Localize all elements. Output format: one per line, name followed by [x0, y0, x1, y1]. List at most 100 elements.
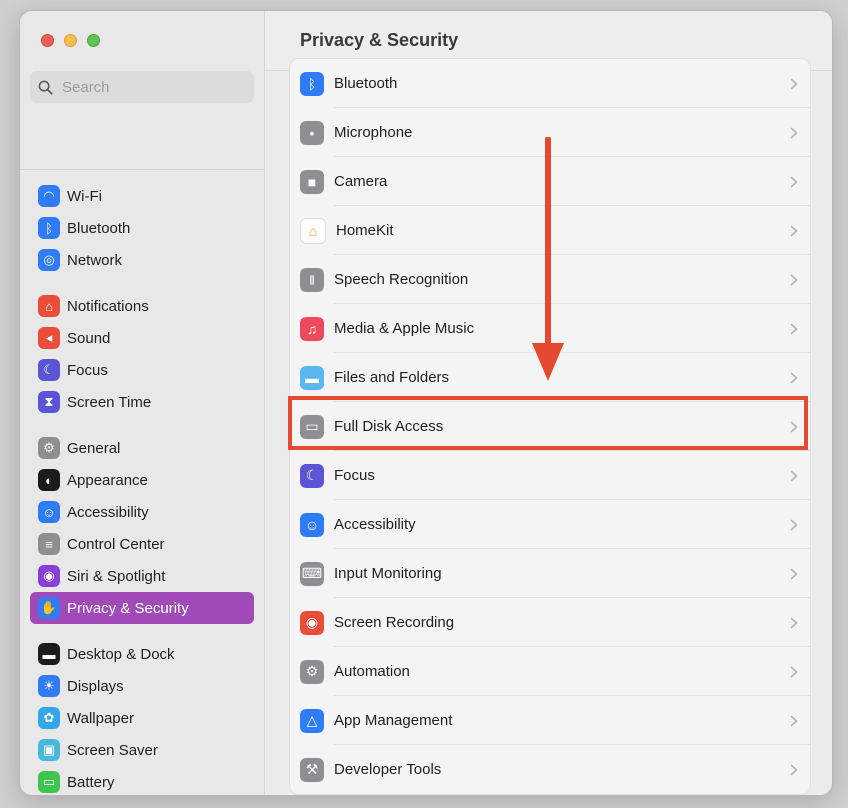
hand-icon: ✋: [38, 597, 60, 619]
privacy-row-automation[interactable]: ⚙ Automation: [290, 647, 810, 696]
privacy-row-full-disk-access[interactable]: ▭ Full Disk Access: [290, 402, 810, 451]
chevron-right-icon: [790, 176, 798, 187]
folder-icon: ▬: [300, 365, 324, 390]
flower-icon: ✿: [38, 707, 60, 729]
sidebar-item-label: Appearance: [67, 471, 148, 489]
sidebar-item-sound[interactable]: ◂ Sound: [30, 322, 254, 354]
accessibility-icon: ☺: [38, 501, 60, 523]
settings-window: ◠ Wi-Fi ᛒ Bluetooth ◎ Network ⌂ Notifications ◂ S…: [20, 11, 832, 795]
privacy-row-label: App Management: [334, 712, 453, 729]
privacy-row-label: Automation: [334, 663, 410, 680]
disk-icon: ▭: [300, 414, 324, 439]
dock-icon: ▬: [38, 643, 60, 665]
chevron-right-icon: [790, 225, 798, 236]
privacy-row-developer-tools[interactable]: ⚒ Developer Tools: [290, 745, 810, 794]
sidebar-item-label: Desktop & Dock: [67, 645, 175, 663]
privacy-row-app-management[interactable]: △ App Management: [290, 696, 810, 745]
search-icon: [38, 80, 53, 94]
sidebar-item-focus[interactable]: ☾ Focus: [30, 354, 254, 386]
sidebar-item-notifications[interactable]: ⌂ Notifications: [30, 290, 254, 322]
privacy-row-accessibility[interactable]: ☺ Accessibility: [290, 500, 810, 549]
chevron-right-icon: [790, 127, 798, 138]
sidebar-item-label: Displays: [67, 677, 124, 695]
bluetooth-icon: ᛒ: [300, 71, 324, 96]
sidebar-item-privacy-security[interactable]: ✋ Privacy & Security: [30, 592, 254, 624]
screensaver-icon: ▣: [38, 739, 60, 761]
gears-icon: ⚙: [300, 659, 324, 684]
chevron-right-icon: [790, 666, 798, 677]
chevron-right-icon: [790, 78, 798, 89]
sidebar-item-label: Screen Saver: [67, 741, 158, 759]
battery-icon: ▭: [38, 771, 60, 793]
page-title: Privacy & Security: [300, 30, 459, 50]
zoom-button[interactable]: [87, 34, 100, 47]
chevron-right-icon: [790, 617, 798, 628]
privacy-row-label: Developer Tools: [334, 761, 442, 778]
sidebar-item-wallpaper[interactable]: ✿ Wallpaper: [30, 702, 254, 734]
waveform-icon: ‖: [300, 267, 324, 292]
sidebar-group: ◠ Wi-Fi ᛒ Bluetooth ◎ Network: [30, 180, 254, 276]
hourglass-icon: ⧗: [38, 391, 60, 413]
sidebar-item-label: Wi-Fi: [67, 187, 102, 205]
music-note-icon: ♫: [300, 316, 324, 341]
sidebar-item-appearance[interactable]: ◐ Appearance: [30, 464, 254, 496]
sidebar-group: ⌂ Notifications ◂ Sound ☾ Focus ⧗ Screen Time: [30, 290, 254, 418]
sidebar-item-label: General: [67, 439, 121, 457]
privacy-row-focus[interactable]: ☾ Focus: [290, 451, 810, 500]
sidebar-group: ⚙ General ◐ Appearance ☺ Accessibility ≡ Contro…: [30, 432, 254, 624]
sidebar-item-label: Bluetooth: [67, 219, 131, 237]
sidebar-divider: [20, 169, 264, 170]
privacy-row-bluetooth[interactable]: ᛒ Bluetooth: [290, 59, 810, 108]
sidebar-item-battery[interactable]: ▭ Battery: [30, 766, 254, 795]
sidebar-item-label: Privacy & Security: [67, 599, 189, 617]
sidebar-item-control-center[interactable]: ≡ Control Center: [30, 528, 254, 560]
search-field[interactable]: [30, 71, 254, 103]
chevron-right-icon: [790, 470, 798, 481]
sidebar-item-label: Focus: [67, 361, 108, 379]
sidebar-item-desktop-dock[interactable]: ▬ Desktop & Dock: [30, 638, 254, 670]
sidebar-item-label: Control Center: [67, 535, 165, 553]
camera-icon: ■: [300, 169, 324, 194]
chevron-right-icon: [790, 421, 798, 432]
sidebar-item-label: Notifications: [67, 297, 149, 315]
sidebar-item-siri-spotlight[interactable]: ◉ Siri & Spotlight: [30, 560, 254, 592]
main-pane: Privacy & Security ᛒ Bluetooth • Microphone…: [265, 11, 832, 795]
appearance-icon: ◐: [38, 469, 60, 491]
gear-icon: ⚙: [38, 437, 60, 459]
minimize-button[interactable]: [64, 34, 77, 47]
moon-icon: ☾: [300, 463, 324, 488]
sidebar-item-wi-fi[interactable]: ◠ Wi-Fi: [30, 180, 254, 212]
wifi-icon: ◠: [38, 185, 60, 207]
sidebar-item-label: Siri & Spotlight: [67, 567, 166, 585]
chevron-right-icon: [790, 519, 798, 530]
search-input[interactable]: [60, 77, 244, 97]
close-button[interactable]: [41, 34, 54, 47]
accessibility-icon: ☺: [300, 512, 324, 537]
privacy-row-screen-recording[interactable]: ◉ Screen Recording: [290, 598, 810, 647]
sidebar-item-accessibility[interactable]: ☺ Accessibility: [30, 496, 254, 528]
sidebar-list: ◠ Wi-Fi ᛒ Bluetooth ◎ Network ⌂ Notifications ◂ S…: [30, 180, 254, 795]
moon-icon: ☾: [38, 359, 60, 381]
chevron-right-icon: [790, 568, 798, 579]
privacy-row-label: Accessibility: [334, 516, 416, 533]
globe-icon: ◎: [38, 249, 60, 271]
sidebar-item-general[interactable]: ⚙ General: [30, 432, 254, 464]
sidebar-item-screen-time[interactable]: ⧗ Screen Time: [30, 386, 254, 418]
privacy-row-label: Input Monitoring: [334, 565, 442, 582]
siri-icon: ◉: [38, 565, 60, 587]
privacy-row-label: Full Disk Access: [334, 418, 444, 435]
sidebar-item-network[interactable]: ◎ Network: [30, 244, 254, 276]
chevron-right-icon: [790, 372, 798, 383]
sidebar-item-screen-saver[interactable]: ▣ Screen Saver: [30, 734, 254, 766]
chevron-right-icon: [790, 274, 798, 285]
microphone-icon: •: [300, 120, 324, 145]
keyboard-icon: ⌨: [300, 561, 324, 586]
privacy-row-input-monitoring[interactable]: ⌨ Input Monitoring: [290, 549, 810, 598]
sidebar-item-label: Screen Time: [67, 393, 152, 411]
speaker-icon: ◂: [38, 327, 60, 349]
sidebar-item-label: Sound: [67, 329, 111, 347]
sidebar-item-displays[interactable]: ☀ Displays: [30, 670, 254, 702]
home-icon: ⌂: [300, 217, 326, 244]
sidebar-item-label: Battery: [67, 773, 115, 791]
sidebar-item-bluetooth[interactable]: ᛒ Bluetooth: [30, 212, 254, 244]
